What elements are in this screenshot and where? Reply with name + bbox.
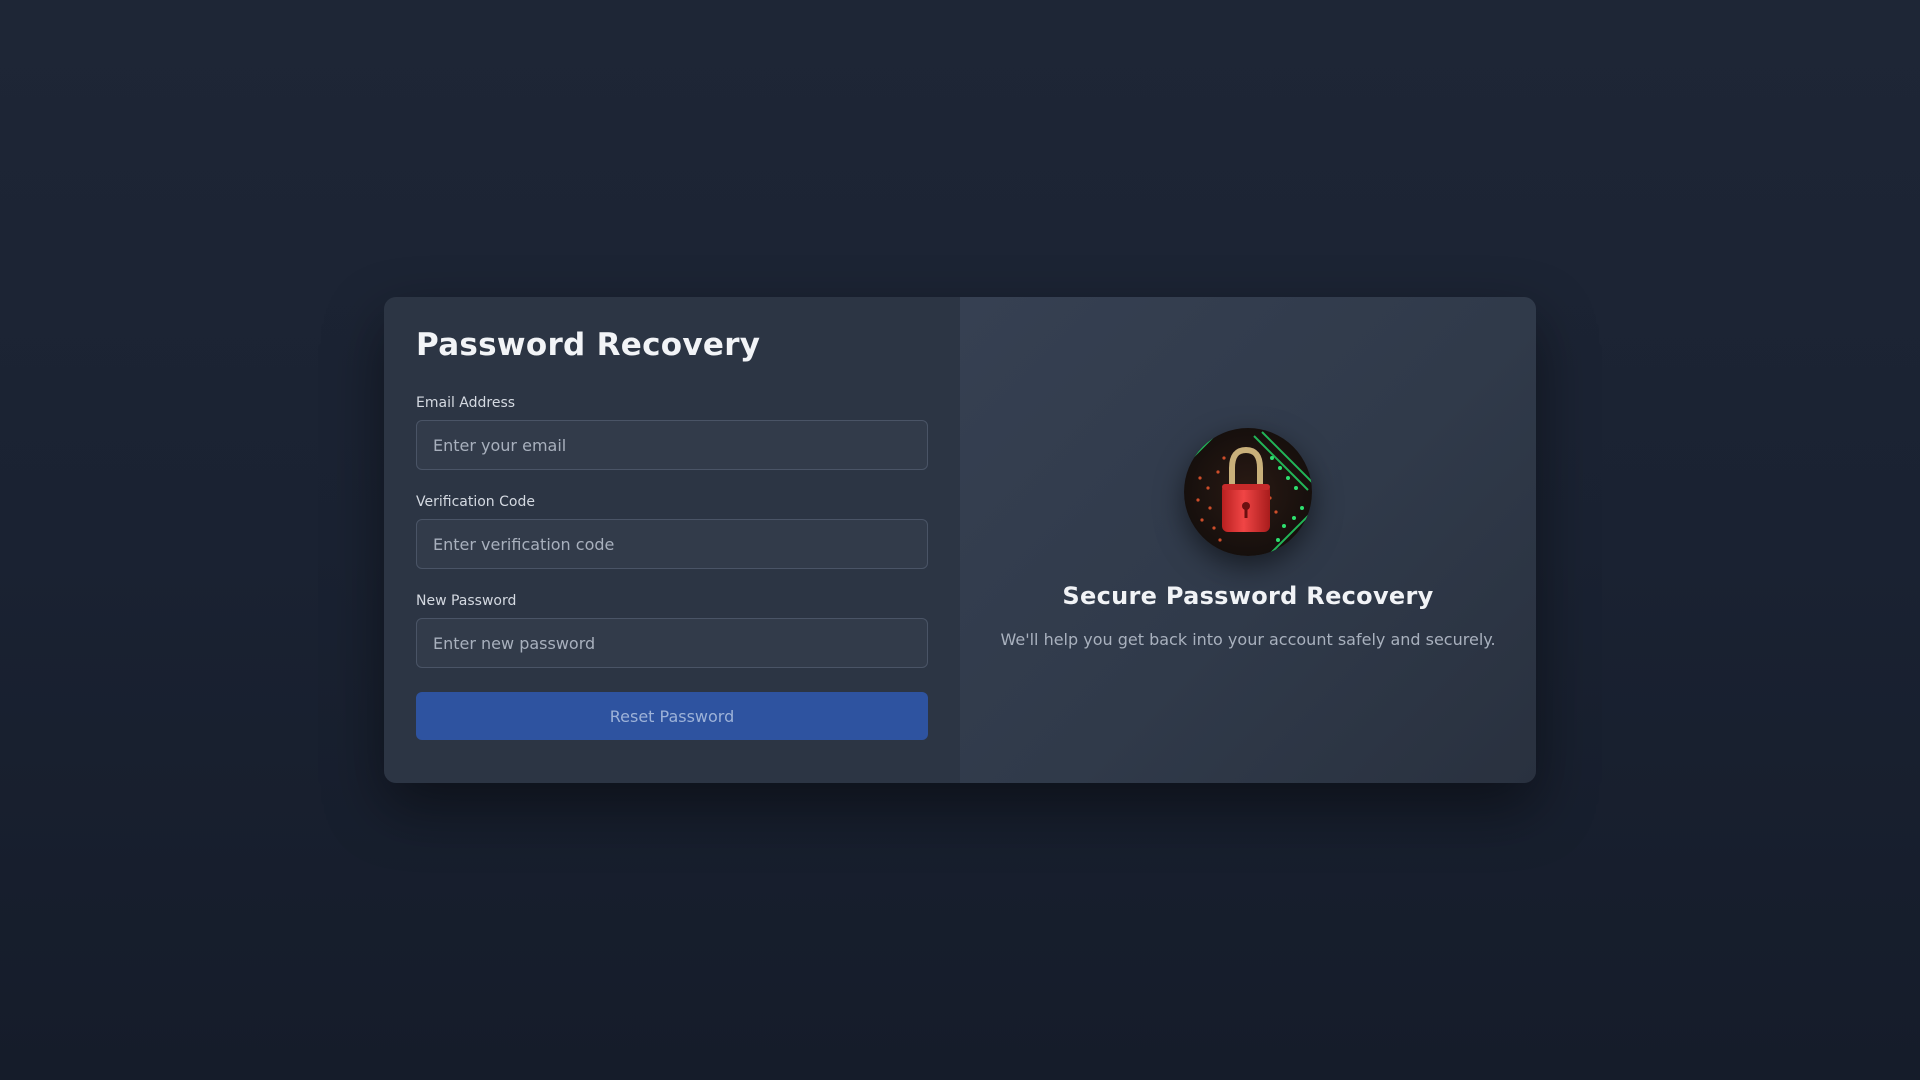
page-title: Password Recovery [416,327,761,363]
email-label: Email Address [416,395,516,412]
verification-code-field[interactable] [416,519,928,570]
info-subtitle: We'll help you get back into your accoun… [1000,630,1496,649]
info-panel: Secure Password Recovery We'll help you … [960,297,1536,783]
verification-code-label: Verification Code [416,494,535,511]
reset-password-button[interactable]: Reset Password [416,692,928,741]
info-title: Secure Password Recovery [1062,582,1434,610]
password-recovery-card: Password Recovery Email Address Verifica… [384,297,1536,783]
new-password-label: New Password [416,593,517,610]
email-field[interactable] [416,420,928,471]
padlock-on-circuit-icon [1184,428,1312,556]
new-password-field[interactable] [416,618,928,669]
recovery-form-panel: Password Recovery Email Address Verifica… [384,297,960,783]
